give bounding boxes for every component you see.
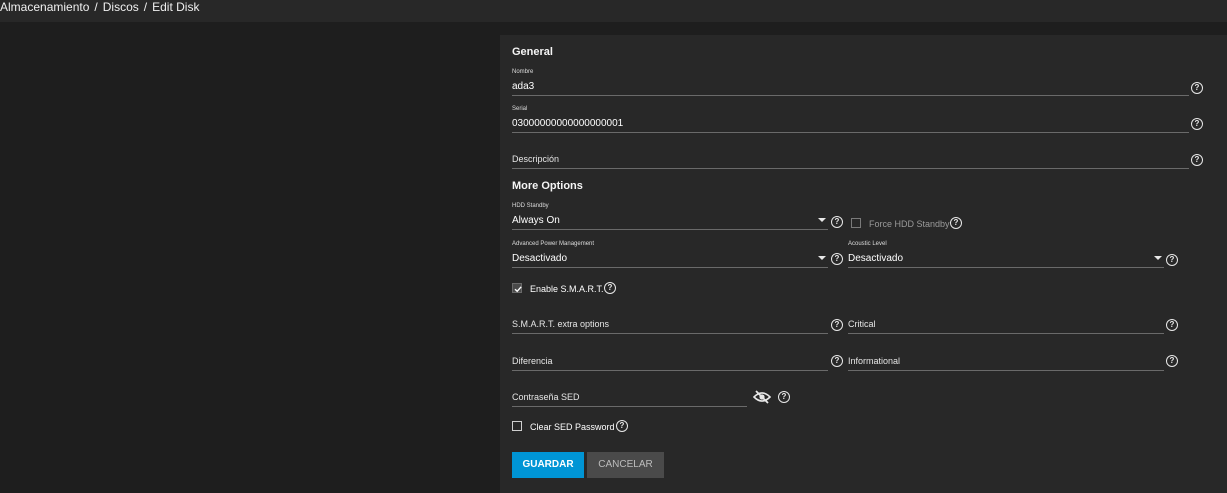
- serial-label: Serial: [512, 106, 528, 112]
- caret-down-icon[interactable]: [818, 256, 826, 260]
- apm-label: Advanced Power Management: [512, 241, 595, 247]
- name-underline: [512, 95, 1189, 96]
- help-icon[interactable]: ?: [1166, 254, 1178, 266]
- acoustic-level-label: Acoustic Level: [848, 241, 887, 247]
- smart-extra-options-placeholder: S.M.A.R.T. extra options: [512, 319, 610, 329]
- caret-down-icon[interactable]: [818, 218, 826, 222]
- breadcrumb-separator: /: [94, 0, 98, 14]
- help-icon[interactable]: ?: [950, 217, 962, 229]
- smart-extra-options-underline: [512, 333, 828, 334]
- force-hdd-standby-label[interactable]: Force HDD Standby: [869, 219, 950, 229]
- breadcrumb-separator: /: [143, 0, 148, 14]
- name-label: Nombre: [512, 69, 534, 75]
- help-icon[interactable]: ?: [831, 319, 843, 331]
- cancel-button[interactable]: CANCELAR: [587, 452, 664, 478]
- hdd-standby-value[interactable]: Always On: [512, 215, 560, 226]
- acoustic-level-underline: [848, 267, 1164, 268]
- name-field[interactable]: Nombre ada3: [512, 69, 1189, 97]
- breadcrumb-storage[interactable]: Almacenamiento: [0, 0, 89, 14]
- serial-value[interactable]: 03000000000000000001: [512, 118, 623, 129]
- difference-placeholder: Diferencia: [512, 356, 553, 366]
- critical-underline: [848, 333, 1164, 334]
- apm-select[interactable]: Advanced Power Management Desactivado: [512, 241, 828, 269]
- help-icon[interactable]: ?: [831, 216, 843, 228]
- help-icon[interactable]: ?: [1191, 154, 1203, 166]
- description-field[interactable]: Descripción: [512, 152, 1189, 170]
- save-button[interactable]: GUARDAR: [512, 452, 584, 478]
- sed-password-input[interactable]: Contraseña SED: [512, 390, 747, 408]
- force-hdd-standby-checkbox[interactable]: [851, 218, 861, 228]
- help-icon[interactable]: ?: [831, 253, 843, 265]
- apm-underline: [512, 267, 828, 268]
- difference-underline: [512, 370, 828, 371]
- section-title-more-options: More Options: [512, 180, 583, 192]
- eye-off-icon[interactable]: [753, 390, 771, 404]
- critical-placeholder: Critical: [848, 319, 876, 329]
- apm-value[interactable]: Desactivado: [512, 253, 567, 264]
- critical-input[interactable]: Critical: [848, 317, 1164, 335]
- breadcrumb-current: Edit Disk: [152, 0, 200, 14]
- name-value[interactable]: ada3: [512, 81, 534, 92]
- description-placeholder: Descripción: [512, 154, 560, 164]
- sed-password-placeholder: Contraseña SED: [512, 392, 580, 402]
- breadcrumb-disks[interactable]: Discos: [103, 0, 139, 14]
- smart-extra-options-input[interactable]: S.M.A.R.T. extra options: [512, 317, 828, 335]
- help-icon[interactable]: ?: [604, 282, 616, 294]
- hdd-standby-underline: [512, 229, 828, 230]
- help-icon[interactable]: ?: [778, 391, 790, 403]
- breadcrumb: Almacenamiento / Discos / Edit Disk: [0, 0, 199, 14]
- sed-password-underline: [512, 406, 747, 407]
- acoustic-level-value[interactable]: Desactivado: [848, 253, 903, 264]
- hdd-standby-select[interactable]: HDD Standby Always On: [512, 203, 828, 231]
- caret-down-icon[interactable]: [1154, 256, 1162, 260]
- section-title-general: General: [512, 46, 553, 58]
- help-icon[interactable]: ?: [1191, 82, 1203, 94]
- clear-sed-password-checkbox[interactable]: [512, 421, 522, 431]
- serial-field[interactable]: Serial 03000000000000000001: [512, 106, 1189, 134]
- help-icon[interactable]: ?: [616, 420, 628, 432]
- enable-smart-label[interactable]: Enable S.M.A.R.T.: [530, 284, 604, 294]
- informational-underline: [848, 370, 1164, 371]
- description-underline: [512, 168, 1189, 169]
- clear-sed-password-label[interactable]: Clear SED Password: [530, 422, 615, 432]
- check-icon: [514, 286, 522, 293]
- help-icon[interactable]: ?: [1166, 355, 1178, 367]
- enable-smart-checkbox[interactable]: [512, 283, 522, 293]
- informational-input[interactable]: Informational: [848, 354, 1164, 372]
- help-icon[interactable]: ?: [831, 355, 843, 367]
- informational-placeholder: Informational: [848, 356, 901, 366]
- help-icon[interactable]: ?: [1166, 319, 1178, 331]
- acoustic-level-select[interactable]: Acoustic Level Desactivado: [848, 241, 1164, 269]
- serial-underline: [512, 132, 1189, 133]
- hdd-standby-label: HDD Standby: [512, 203, 549, 209]
- difference-input[interactable]: Diferencia: [512, 354, 828, 372]
- help-icon[interactable]: ?: [1191, 118, 1203, 130]
- edit-disk-card: General Nombre ada3 ? Serial 03000000000…: [500, 35, 1227, 493]
